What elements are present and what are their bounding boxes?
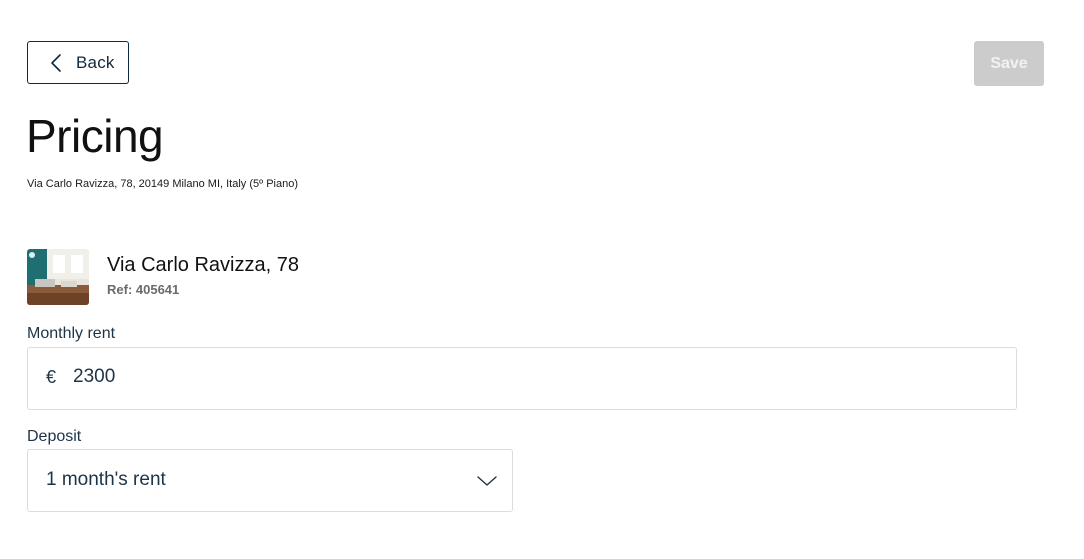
deposit-selected-value: 1 month's rent [46, 469, 166, 490]
chevron-left-icon [51, 54, 61, 72]
currency-symbol: € [46, 367, 57, 387]
page-title: Pricing [26, 110, 164, 162]
property-address: Via Carlo Ravizza, 78, 20149 Milano MI, … [27, 178, 298, 190]
back-button-label: Back [76, 53, 115, 72]
property-ref: Ref: 405641 [107, 282, 180, 297]
monthly-rent-label: Monthly rent [27, 325, 116, 342]
monthly-rent-input[interactable]: € 2300 [27, 347, 1017, 410]
property-thumbnail [27, 249, 89, 305]
back-button[interactable]: Back [27, 41, 129, 84]
deposit-select[interactable]: 1 month's rent [27, 449, 513, 512]
deposit-label: Deposit [27, 428, 82, 445]
property-photo-icon [27, 249, 89, 305]
property-name: Via Carlo Ravizza, 78 [107, 254, 299, 276]
chevron-down-icon [477, 476, 497, 486]
monthly-rent-value: 2300 [73, 366, 116, 387]
save-button[interactable]: Save [974, 41, 1044, 86]
